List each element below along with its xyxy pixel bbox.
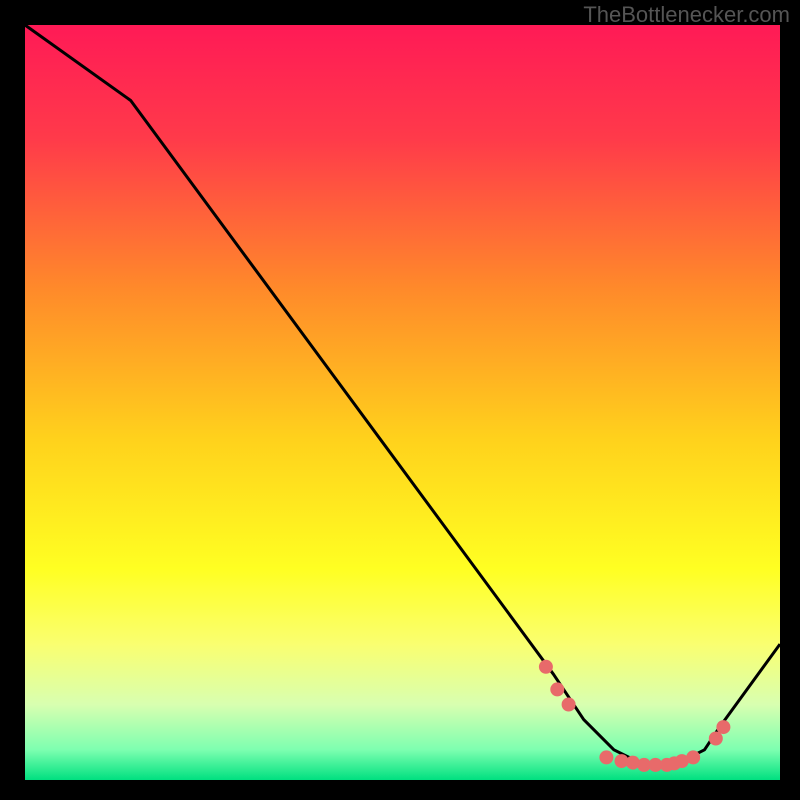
gradient-background <box>25 25 780 780</box>
watermark-text: TheBottlenecker.com <box>583 2 790 28</box>
data-marker <box>599 750 613 764</box>
data-marker <box>562 698 576 712</box>
data-marker <box>709 732 723 746</box>
chart-container: TheBottlenecker.com <box>0 0 800 800</box>
plot-area <box>25 25 780 780</box>
data-marker <box>539 660 553 674</box>
data-marker <box>716 720 730 734</box>
data-marker <box>686 750 700 764</box>
data-marker <box>550 682 564 696</box>
chart-svg <box>25 25 780 780</box>
